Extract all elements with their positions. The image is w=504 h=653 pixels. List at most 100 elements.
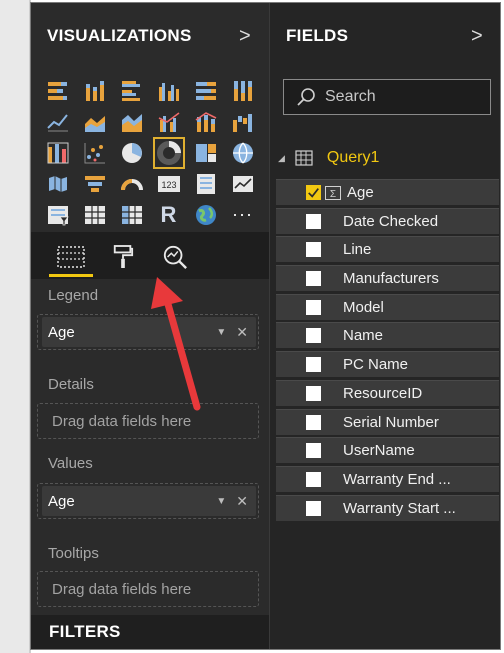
field-row-pc-name[interactable]: PC Name [276,351,499,378]
area-chart-icon[interactable] [76,106,113,137]
table-node-query1[interactable]: ◢ Query1 [278,145,379,171]
annotation-arrow [151,277,201,411]
field-row-line[interactable]: Line [276,236,499,263]
tooltips-well[interactable]: Drag data fields here [37,571,259,607]
field-checkbox[interactable] [306,471,321,487]
donut-chart-icon[interactable] [150,136,187,169]
100-stacked-bar-icon[interactable] [187,75,224,106]
visualizations-title: VISUALIZATIONS [47,26,192,45]
more-label: ··· [232,204,253,224]
field-checkbox[interactable] [306,443,321,459]
ribbon-chart-icon[interactable] [39,137,76,168]
details-well[interactable]: Drag data fields here [37,403,259,439]
field-row-username[interactable]: UserName [276,437,499,464]
values-well[interactable]: Age ▼ ✕ [37,483,259,519]
field-row-age[interactable]: Σ Age [276,179,499,205]
collapse-visualizations-button[interactable]: > [239,25,251,48]
details-drop-placeholder: Drag data fields here [52,412,192,430]
field-checkbox[interactable] [306,242,321,258]
field-label: Model [343,298,384,316]
scatter-icon[interactable] [76,137,113,168]
stacked-area-icon[interactable] [113,106,150,137]
search-placeholder: Search [325,88,376,105]
field-row-name[interactable]: Name [276,322,499,349]
slicer-icon[interactable] [39,199,76,230]
search-input[interactable]: Search [283,79,491,115]
field-label: Serial Number [343,413,439,431]
visualizations-header: VISUALIZATIONS > [31,3,269,69]
stacked-bar-icon[interactable] [39,75,76,106]
treemap-icon[interactable] [187,137,224,168]
format-tab[interactable] [105,240,141,274]
filled-map-icon[interactable] [39,168,76,199]
line-clustered-column-icon[interactable] [150,106,187,137]
field-row-warranty-start[interactable]: Warranty Start ... [276,494,499,521]
globe-map-icon[interactable] [224,137,261,168]
more-icon[interactable]: ··· [224,199,261,230]
field-checkbox[interactable] [306,213,321,229]
checkmark-icon [308,188,319,198]
gauge-icon[interactable] [113,168,150,199]
fields-grid-icon [57,246,85,268]
filters-header[interactable]: FILTERS [31,615,269,649]
field-checkbox[interactable] [306,357,321,373]
field-checkbox[interactable] [306,328,321,344]
expand-triangle-icon[interactable]: ◢ [278,153,285,164]
field-label: Name [343,327,384,345]
field-checkbox[interactable] [306,299,321,315]
fields-header: FIELDS > [270,3,501,69]
line-chart-icon[interactable] [39,106,76,137]
tooltips-label: Tooltips [48,545,99,562]
field-row-serial-number[interactable]: Serial Number [276,408,499,435]
100-stacked-column-icon[interactable] [224,75,261,106]
stacked-column-icon[interactable] [76,75,113,106]
fields-title: FIELDS [286,26,349,45]
matrix-icon[interactable] [113,199,150,230]
values-field-pill[interactable]: Age ▼ ✕ [42,486,256,516]
field-label: Manufacturers [343,270,439,288]
field-checkbox[interactable] [306,500,321,516]
r-visual-label: R [160,201,177,227]
field-row-date-checked[interactable]: Date Checked [276,207,499,234]
multi-row-card-icon[interactable] [187,168,224,199]
field-label: Warranty End ... [343,470,451,488]
field-checkbox[interactable] [306,271,321,287]
field-list: Σ Age Date Checked Line Manufacturers Mo… [276,179,499,523]
collapse-fields-button[interactable]: > [471,25,483,48]
field-checkbox[interactable] [306,414,321,430]
card-icon[interactable]: 123 [150,168,187,199]
waterfall-icon[interactable] [224,106,261,137]
paint-roller-icon [113,245,134,268]
table-icon [295,150,313,166]
left-strip [0,0,30,653]
field-label: PC Name [343,356,409,374]
values-label: Values [48,455,93,472]
chevron-down-icon[interactable]: ▼ [216,496,226,507]
analytics-magnifier-icon [163,245,187,269]
line-stacked-column-icon[interactable] [187,106,224,137]
table-icon[interactable] [76,199,113,230]
chevron-down-icon[interactable]: ▼ [216,327,226,338]
field-checkbox[interactable] [306,385,321,401]
clustered-bar-icon[interactable] [113,75,150,106]
field-row-model[interactable]: Model [276,293,499,320]
pie-chart-icon[interactable] [113,137,150,168]
clustered-column-icon[interactable] [150,75,187,106]
close-icon[interactable]: ✕ [236,493,248,510]
field-row-resourceid[interactable]: ResourceID [276,379,499,406]
arcgis-map-icon[interactable] [187,199,224,230]
kpi-icon[interactable] [224,168,261,199]
fields-pane: FIELDS > Search ◢ Query1 Σ Age Date Chec… [269,3,501,649]
field-label: ResourceID [343,384,423,402]
field-checkbox-checked[interactable] [306,185,321,200]
r-visual-icon[interactable]: R [150,199,187,230]
close-icon[interactable]: ✕ [236,324,248,341]
field-row-warranty-end[interactable]: Warranty End ... [276,465,499,492]
legend-label: Legend [48,287,99,304]
legend-well[interactable]: Age ▼ ✕ [37,314,259,350]
field-row-manufacturers[interactable]: Manufacturers [276,265,499,292]
fields-tab[interactable] [49,240,93,277]
funnel-icon[interactable] [76,168,113,199]
analytics-tab[interactable] [157,240,193,274]
panes-frame: VISUALIZATIONS > 123 R ··· Legend Age ▼ … [31,3,501,649]
